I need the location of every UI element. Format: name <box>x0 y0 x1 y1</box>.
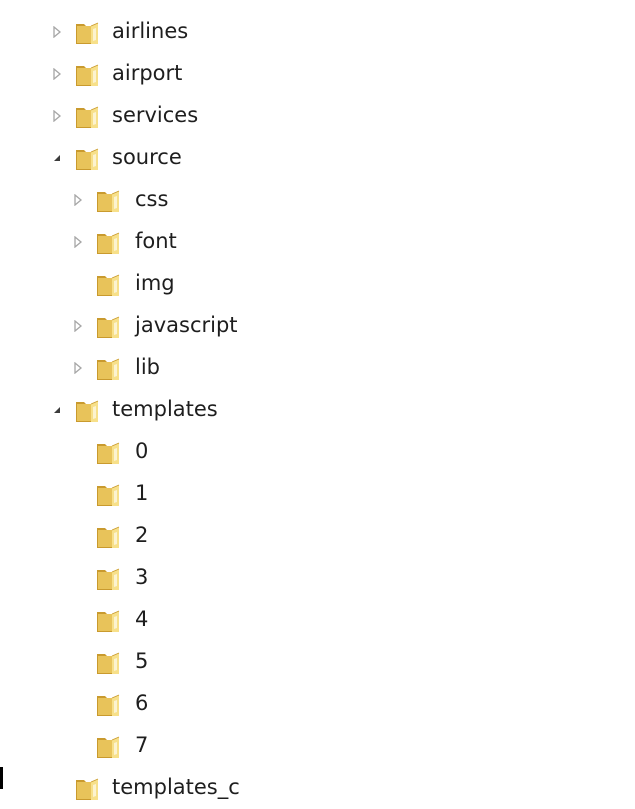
tree-item-label: airport <box>112 61 183 85</box>
tree-item-label: 5 <box>135 649 149 673</box>
folder-icon <box>97 190 120 212</box>
tree-item-label: airlines <box>112 19 189 43</box>
folder-icon <box>76 64 99 86</box>
tree-item-1[interactable]: 1 <box>0 473 635 515</box>
tree-item-label: 4 <box>135 607 149 631</box>
expand-arrow-icon[interactable] <box>51 25 63 39</box>
tree-item-2[interactable]: 2 <box>0 515 635 557</box>
tree-item-services[interactable]: services <box>0 95 635 137</box>
tree-item-label: source <box>112 145 182 169</box>
tree-item-4[interactable]: 4 <box>0 599 635 641</box>
folder-icon <box>97 484 120 506</box>
folder-icon <box>76 400 99 422</box>
tree-item-label: 1 <box>135 481 149 505</box>
folder-icon <box>97 694 120 716</box>
folder-icon <box>97 568 120 590</box>
edge-mark <box>0 767 3 789</box>
tree-item-label: 0 <box>135 439 149 463</box>
folder-icon <box>97 358 120 380</box>
expand-arrow-icon[interactable] <box>51 109 63 123</box>
tree-item-label: css <box>135 187 169 211</box>
tree-item-label: lib <box>135 355 160 379</box>
tree-item-label: font <box>135 229 177 253</box>
tree-item-label: img <box>135 271 175 295</box>
folder-icon <box>76 106 99 128</box>
tree-item-label: 3 <box>135 565 149 589</box>
folder-icon <box>97 442 120 464</box>
folder-tree: airlines airport services source css fon… <box>0 11 635 809</box>
folder-icon <box>76 148 99 170</box>
tree-item-css[interactable]: css <box>0 179 635 221</box>
tree-item-label: 6 <box>135 691 149 715</box>
tree-item-javascript[interactable]: javascript <box>0 305 635 347</box>
tree-item-7[interactable]: 7 <box>0 725 635 767</box>
tree-item-templates[interactable]: templates <box>0 389 635 431</box>
collapse-arrow-icon[interactable] <box>51 151 63 165</box>
tree-item-lib[interactable]: lib <box>0 347 635 389</box>
expand-arrow-icon[interactable] <box>72 235 84 249</box>
tree-item-label: templates_c <box>112 775 240 799</box>
expand-arrow-icon[interactable] <box>72 193 84 207</box>
tree-item-label: templates <box>112 397 218 421</box>
tree-item-img[interactable]: img <box>0 263 635 305</box>
tree-item-3[interactable]: 3 <box>0 557 635 599</box>
collapse-arrow-icon[interactable] <box>51 403 63 417</box>
folder-icon <box>97 526 120 548</box>
tree-item-label: services <box>112 103 199 127</box>
tree-item-airlines[interactable]: airlines <box>0 11 635 53</box>
tree-item-6[interactable]: 6 <box>0 683 635 725</box>
tree-item-0[interactable]: 0 <box>0 431 635 473</box>
tree-item-templates-c[interactable]: templates_c <box>0 767 635 809</box>
tree-item-5[interactable]: 5 <box>0 641 635 683</box>
folder-icon <box>76 22 99 44</box>
folder-icon <box>97 274 120 296</box>
expand-arrow-icon[interactable] <box>72 361 84 375</box>
folder-icon <box>97 736 120 758</box>
tree-item-label: 7 <box>135 733 149 757</box>
tree-item-font[interactable]: font <box>0 221 635 263</box>
tree-item-label: javascript <box>135 313 238 337</box>
folder-icon <box>97 610 120 632</box>
tree-item-source[interactable]: source <box>0 137 635 179</box>
folder-icon <box>97 232 120 254</box>
folder-icon <box>97 652 120 674</box>
tree-item-label: 2 <box>135 523 149 547</box>
tree-item-airport[interactable]: airport <box>0 53 635 95</box>
expand-arrow-icon[interactable] <box>72 319 84 333</box>
expand-arrow-icon[interactable] <box>51 67 63 81</box>
folder-icon <box>97 316 120 338</box>
